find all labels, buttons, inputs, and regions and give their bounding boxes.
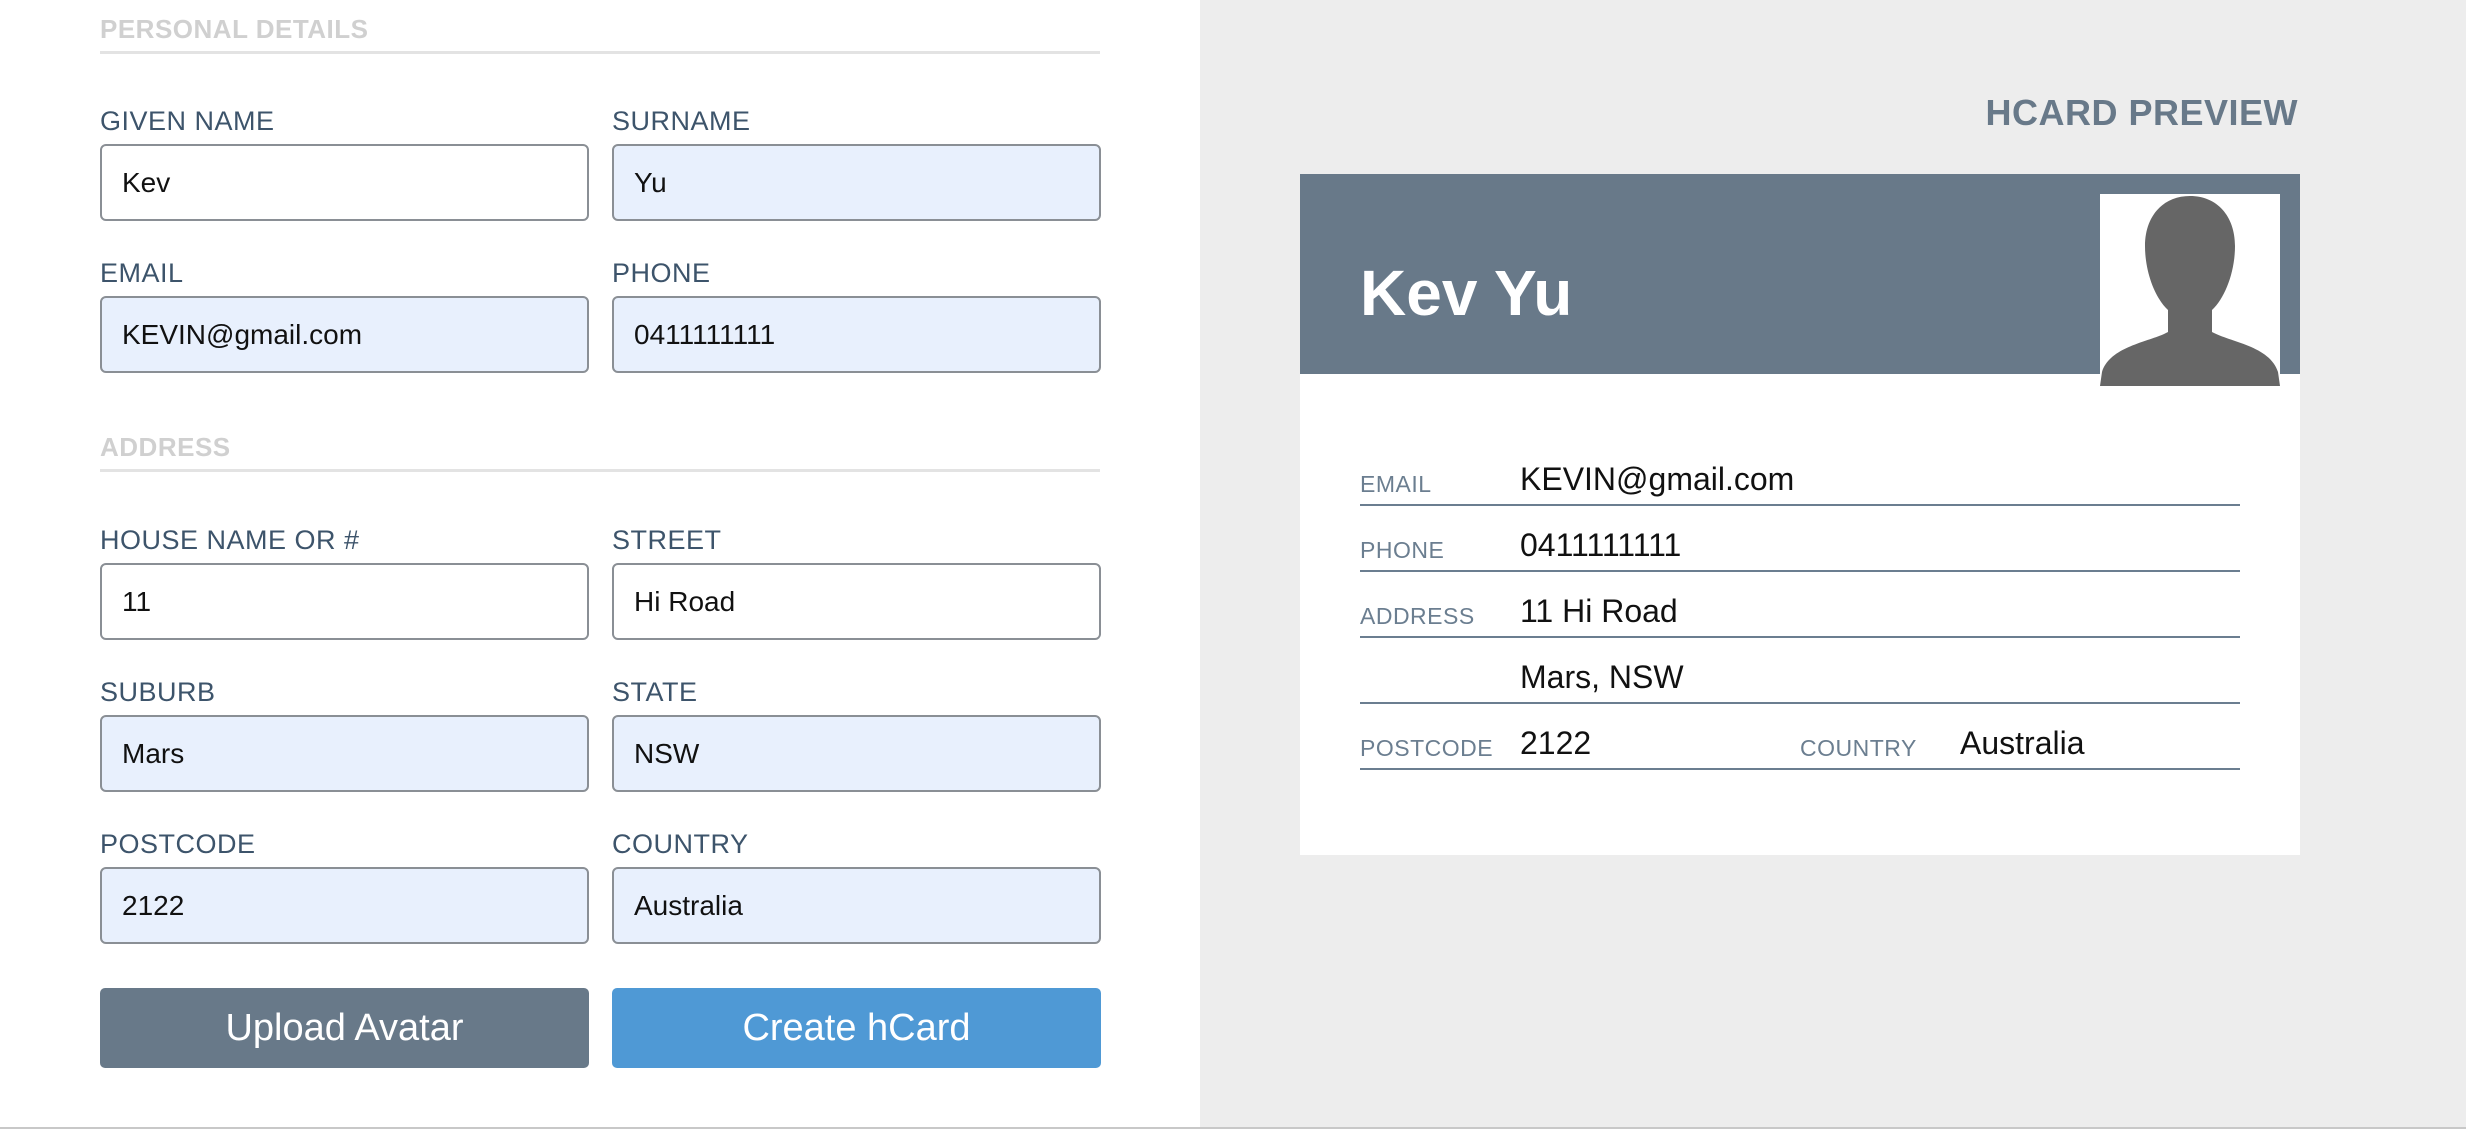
hcard-postcode-label: POSTCODE [1360, 735, 1494, 761]
phone-field: PHONE [612, 256, 1101, 373]
avatar [2100, 194, 2280, 386]
hcard-row-email: EMAIL KEVIN@gmail.com [1360, 438, 2240, 506]
hcard-address-label: ADDRESS [1360, 603, 1475, 629]
hcard-country-value: Australia [1960, 725, 2085, 761]
street-label: STREET [612, 525, 722, 555]
hcard-row-address: ADDRESS 11 Hi Road [1360, 570, 2240, 638]
phone-input[interactable] [612, 296, 1101, 373]
form-panel: PERSONAL DETAILS GIVEN NAME SURNAME EMAI… [0, 0, 1200, 1128]
preview-heading: HCARD PREVIEW [1985, 92, 2298, 133]
country-label: COUNTRY [612, 829, 749, 859]
hcard: Kev Yu EMAIL KEVIN@gmail.com PHONE 04111… [1300, 174, 2300, 855]
house-field: HOUSE NAME OR # [100, 523, 589, 640]
state-label: STATE [612, 677, 698, 707]
postcode-field: POSTCODE [100, 827, 589, 944]
hcard-country-label: COUNTRY [1800, 735, 1917, 761]
upload-avatar-button[interactable]: Upload Avatar [100, 988, 589, 1068]
hcard-row-phone: PHONE 0411111111 [1360, 504, 2240, 572]
hcard-phone-value: 0411111111 [1520, 527, 1682, 563]
email-input[interactable] [100, 296, 589, 373]
surname-input[interactable] [612, 144, 1101, 221]
hcard-email-label: EMAIL [1360, 471, 1432, 497]
hcard-address-value: 11 Hi Road [1520, 593, 1678, 629]
phone-label: PHONE [612, 258, 711, 288]
given-name-input[interactable] [100, 144, 589, 221]
person-silhouette-icon [2100, 196, 2280, 386]
house-input[interactable] [100, 563, 589, 640]
hcard-row-address-line2: Mars, NSW [1360, 636, 2240, 704]
suburb-label: SUBURB [100, 677, 216, 707]
address-section-title: ADDRESS [100, 432, 1100, 472]
state-field: STATE [612, 675, 1101, 792]
hcard-postcode-value: 2122 [1520, 725, 1592, 761]
country-field: COUNTRY [612, 827, 1101, 944]
street-input[interactable] [612, 563, 1101, 640]
bottom-divider [0, 1127, 2466, 1129]
personal-details-section-title: PERSONAL DETAILS [100, 14, 1100, 54]
street-field: STREET [612, 523, 1101, 640]
postcode-input[interactable] [100, 867, 589, 944]
surname-label: SURNAME [612, 106, 751, 136]
given-name-field: GIVEN NAME [100, 104, 589, 221]
country-input[interactable] [612, 867, 1101, 944]
hcard-phone-label: PHONE [1360, 537, 1445, 563]
suburb-field: SUBURB [100, 675, 589, 792]
postcode-label: POSTCODE [100, 829, 256, 859]
state-input[interactable] [612, 715, 1101, 792]
hcard-address-line2-value: Mars, NSW [1520, 659, 1684, 695]
suburb-input[interactable] [100, 715, 589, 792]
house-label: HOUSE NAME OR # [100, 525, 360, 555]
create-hcard-button[interactable]: Create hCard [612, 988, 1101, 1068]
hcard-name: Kev Yu [1360, 257, 1573, 329]
hcard-email-value: KEVIN@gmail.com [1520, 461, 1795, 497]
hcard-row-postcode-country: POSTCODE 2122 COUNTRY Australia [1360, 702, 2240, 770]
surname-field: SURNAME [612, 104, 1101, 221]
email-field: EMAIL [100, 256, 589, 373]
hcard-builder-app: PERSONAL DETAILS GIVEN NAME SURNAME EMAI… [0, 0, 2466, 1138]
preview-panel: HCARD PREVIEW Kev Yu EMAIL KEVIN@gmail.c… [1200, 0, 2466, 1128]
email-label: EMAIL [100, 258, 184, 288]
given-name-label: GIVEN NAME [100, 106, 275, 136]
